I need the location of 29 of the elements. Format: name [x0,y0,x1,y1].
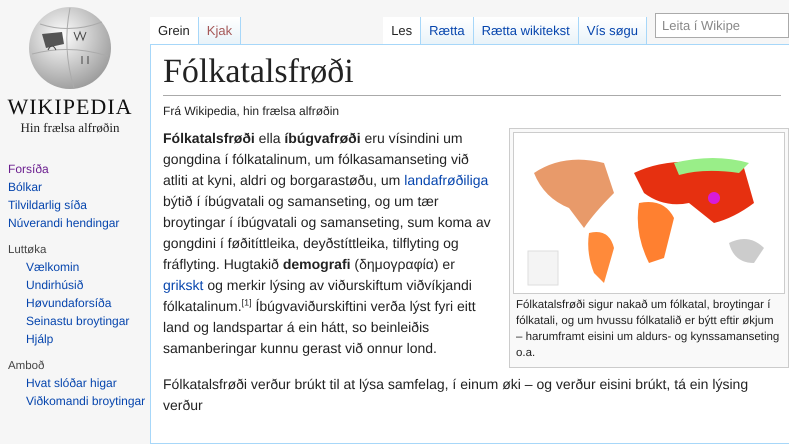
nav-link[interactable]: Vælkomin [26,260,150,274]
nav-link[interactable]: Hvat slóðar higar [26,376,150,390]
nav-link[interactable]: Viðkomandi broytingar [26,394,150,408]
figure-caption: Fólkatalsfrøði sigur nakað um fólkatal, broytingar í fólkatali, og um hvussu fólkatalið er býtt eftir økjum – harumframt eisini um aldurs- og kynssamanseting o.a. [515,298,780,361]
sidebar-heading: Luttøka [8,244,48,256]
page-tab[interactable]: Rætta [421,17,474,44]
page-tab[interactable]: Rætta wikitekst [474,17,579,44]
page-tab[interactable]: Grein [150,17,199,44]
nav-link[interactable]: Tilvildarlig síða [8,198,150,212]
nav-link[interactable]: Núverandi hendingar [8,216,150,230]
intro-paragraph: Fólkatalsfrøði ella íbúgvafrøði eru vísindini um gongdina í fólkatalinum, um fólkasamanseting við atliti at kyni, aldri og borgarastøðu, um landafrøðiliga býtið í íbúgvatali og samanseting, og um tær broytingar í íbúgvatali og samanseting, sum koma av gongdini í føðitíttleika, deyðstíttleika, tilflyting og fráflyting. Hugtakið demografi (δημογραφία) er grikskt og merkir lýsing av viðurskiftum viðvíkjandi fólkatalinum.$^{[1]}$ Íbúgvaviðurskiftini verða lýst fyri eitt land og landspartar á ein hátt, so beinleiðis samanberingar kunnu gerast við onnur lond. [163,129,492,358]
article-paragraph: Fólkatalsfrøði verður brúkt til at lýsa samfelag, í einum øki – og verður eisini brúkt, tá ein lýsing verður [163,375,750,415]
tagline: Hin frælsa alfrøðin [20,120,120,136]
page-tab[interactable]: Vís søgu [578,17,647,44]
nav-link[interactable]: Seinastu broytingar [26,314,150,328]
search-field[interactable]: Leita í Wikipe [655,13,789,38]
sidebar-heading: Amboð [8,360,46,372]
nav-link[interactable]: Høvundaforsíða [26,296,150,310]
article-link[interactable]: grikskt [163,277,204,293]
nav-link[interactable]: Bólkar [8,180,150,194]
wikipedia-wordmark: WIKIPEDIA [7,94,133,120]
article-link[interactable]: landafrøðiliga [404,172,488,188]
nav-link[interactable]: Forsíða [8,162,150,176]
nav-link[interactable]: Undirhúsið [26,278,150,292]
nav-link[interactable]: Hjálp [26,332,150,346]
article-subtitle: Frá Wikipedia, hin frælsa alfrøðin [163,104,340,118]
page-tab[interactable]: Kjak [198,17,242,44]
article-title: Fólkatalsfrøði [163,53,781,96]
page-tab[interactable]: Les [383,17,422,44]
